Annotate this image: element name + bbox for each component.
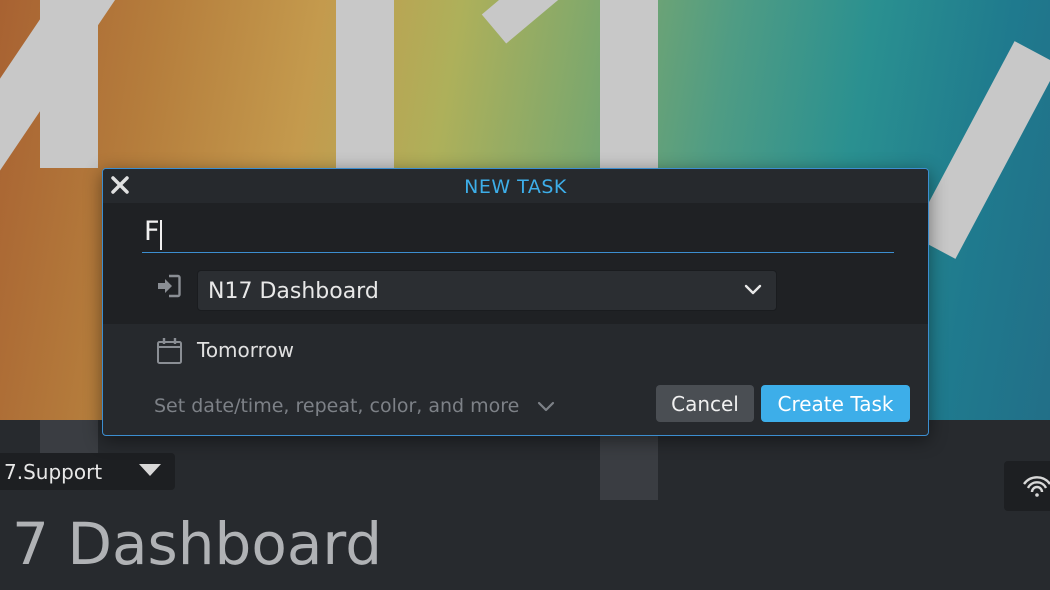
more-options-label: Set date/time, repeat, color, and more xyxy=(154,395,520,417)
network-button[interactable] xyxy=(1004,461,1050,511)
project-selector-label: 7.Support xyxy=(4,459,103,484)
create-task-button[interactable]: Create Task xyxy=(761,385,910,422)
cancel-button[interactable]: Cancel xyxy=(656,385,754,422)
wallpaper-stroke xyxy=(600,0,658,168)
page-title: 7 Dashboard xyxy=(12,510,383,578)
due-date-label[interactable]: Tomorrow xyxy=(197,338,294,362)
wallpaper-stroke xyxy=(481,0,614,44)
calendar-icon xyxy=(157,338,182,364)
triangle-down-icon xyxy=(139,464,161,476)
text-cursor xyxy=(160,220,162,250)
login-icon xyxy=(158,274,181,298)
project-dropdown[interactable]: N17 Dashboard xyxy=(197,270,777,311)
project-dropdown-value: N17 Dashboard xyxy=(208,279,379,304)
new-task-dialog: NEW TASK N17 Dashboard Tomorrow xyxy=(102,168,929,436)
wallpaper-stroke xyxy=(911,41,1050,259)
dialog-title: NEW TASK xyxy=(464,176,567,198)
chevron-down-icon xyxy=(744,284,762,295)
task-title-input[interactable] xyxy=(142,211,894,253)
chevron-down-icon xyxy=(538,401,555,411)
screen: 7.Support 7 Dashboard NEW TASK F N17 Das… xyxy=(0,0,1050,590)
more-options-toggle[interactable]: Set date/time, repeat, color, and more xyxy=(154,395,555,417)
task-input-section: N17 Dashboard xyxy=(103,203,928,324)
wallpaper-stroke xyxy=(336,0,394,168)
wifi-icon xyxy=(1023,476,1050,497)
project-selector[interactable]: 7.Support xyxy=(0,453,175,490)
dialog-header: NEW TASK xyxy=(103,169,928,203)
